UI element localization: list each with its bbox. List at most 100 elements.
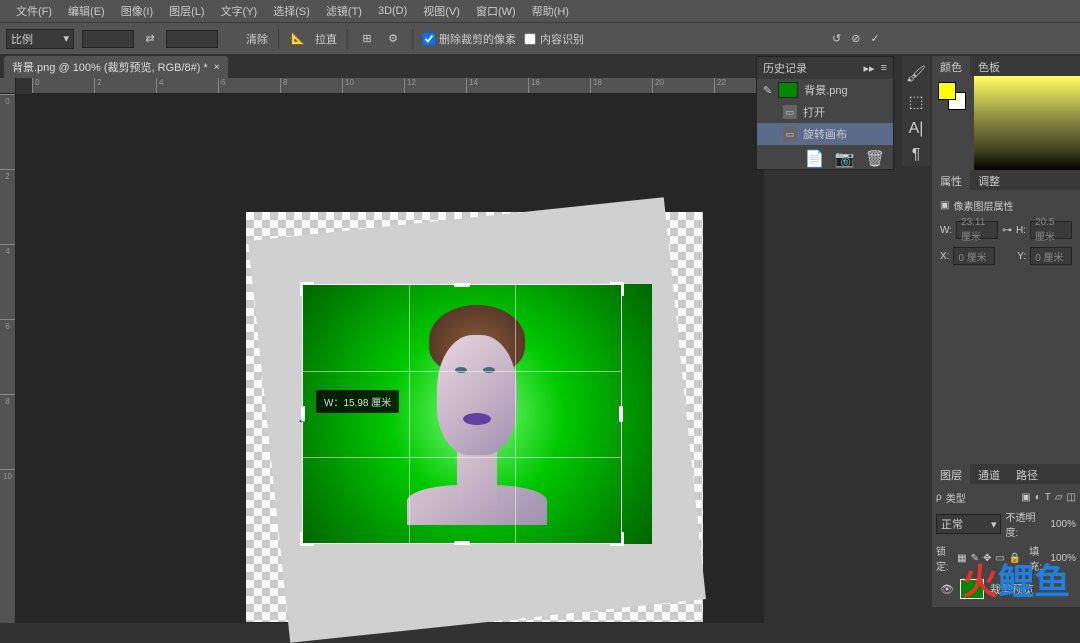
ruler-horizontal[interactable]: 0246810121416182022 (32, 78, 780, 94)
history-tab[interactable]: 历史记录 (763, 60, 807, 76)
chevron-down-icon: ▾ (63, 32, 69, 45)
crop-handle-top[interactable] (454, 283, 470, 287)
menu-filter[interactable]: 滤镜(T) (318, 0, 370, 23)
opacity-label: 不透明度: (1005, 509, 1046, 539)
menu-view[interactable]: 视图(V) (415, 0, 468, 23)
paths-tab[interactable]: 路径 (1008, 464, 1046, 484)
history-panel: 历史记录 ▸▸ ≡ ✎ 背景.png ▭ 打开 ▭ 旋转画布 📄 📷 🗑 (756, 56, 894, 170)
height-label: H: (1016, 225, 1026, 236)
x-field[interactable]: 0 厘米 (953, 247, 995, 265)
paragraph-panel-icon[interactable]: ¶ (912, 146, 921, 164)
document-tab[interactable]: 背景.png @ 100% (裁剪预览, RGB/8#) * × (4, 56, 228, 78)
layers-panel-tabs: 图层 通道 路径 (932, 464, 1080, 484)
ruler-vertical[interactable]: 0246810 (0, 94, 16, 623)
visibility-eye-icon[interactable]: 👁 (940, 583, 954, 596)
canvas[interactable]: W：15.98 厘米 ↔ (16, 94, 764, 623)
foreground-background-swatch[interactable] (938, 82, 968, 112)
panel-menu-icon[interactable]: ≡ (881, 62, 887, 75)
brush-source-icon: ✎ (763, 84, 772, 97)
link-dimensions-icon[interactable]: ⊶ (1002, 225, 1012, 236)
menu-edit[interactable]: 编辑(E) (60, 0, 113, 23)
filter-type-label: ρ (936, 492, 942, 503)
divider (347, 29, 348, 49)
brush-panel-icon[interactable]: 🖌 (906, 64, 926, 84)
commit-crop-icon[interactable]: ✓ (870, 32, 879, 45)
straighten-icon[interactable]: 📐 (289, 30, 307, 48)
width-field[interactable]: 23.11 厘米 (956, 221, 998, 239)
y-field[interactable]: 0 厘米 (1030, 247, 1072, 265)
aspect-ratio-dropdown[interactable]: 比例▾ (6, 29, 74, 49)
collapse-panel-icon[interactable]: ▸▸ (864, 62, 875, 75)
content-aware-checkbox[interactable]: 内容识别 (524, 31, 584, 47)
crop-handle-bottom[interactable] (454, 541, 470, 545)
filter-type-dropdown[interactable]: 类型 (946, 490, 966, 505)
filter-smart-icon[interactable]: ◫ (1067, 492, 1076, 503)
cancel-crop-icon[interactable]: ⊘ (851, 32, 860, 45)
filter-type-icon[interactable]: T (1045, 492, 1051, 503)
opacity-value[interactable]: 100% (1050, 519, 1076, 530)
open-step-icon: ▭ (783, 105, 797, 119)
resize-cursor-icon: ↔ (297, 412, 309, 426)
swap-dimensions-icon[interactable]: ⇄ (142, 31, 158, 47)
history-source-row[interactable]: ✎ 背景.png (757, 79, 893, 101)
color-picker-area[interactable] (932, 76, 1080, 170)
width-label: W: (940, 225, 952, 236)
crop-handle-right[interactable] (619, 406, 623, 422)
properties-tab[interactable]: 属性 (932, 170, 970, 190)
options-bar: 比例▾ ⇄ 清除 📐 拉直 ⊞ ⚙ 删除裁剪的像素 内容识别 ↺ ⊘ ✓ (0, 22, 1080, 54)
measurement-tooltip: W：15.98 厘米 (316, 390, 399, 413)
delete-cropped-checkbox[interactable]: 删除裁剪的像素 (423, 31, 516, 47)
channels-tab[interactable]: 通道 (970, 464, 1008, 484)
crop-settings-icon[interactable]: ⚙ (384, 30, 402, 48)
right-panel-group: 颜色 色板 属性 调整 ▣ 像素图层属性 W: 23.11 厘米 ⊶ H: 20… (932, 56, 1080, 607)
menu-select[interactable]: 选择(S) (265, 0, 318, 23)
history-step[interactable]: ▭ 打开 (757, 101, 893, 123)
delete-state-icon[interactable]: 🗑 (865, 149, 885, 165)
watermark-text: 火鲤鱼 (962, 553, 1070, 605)
filter-adjust-icon[interactable]: ◐ (1035, 492, 1041, 503)
properties-panel-tabs: 属性 调整 (932, 170, 1080, 190)
color-tab[interactable]: 颜色 (932, 56, 970, 76)
crop-handle-br[interactable] (610, 532, 624, 546)
divider (278, 29, 279, 49)
close-tab-icon[interactable]: × (214, 62, 220, 73)
color-gradient-strip[interactable] (974, 76, 1080, 170)
swatches-tab[interactable]: 色板 (970, 56, 1008, 76)
layers-tab[interactable]: 图层 (932, 464, 970, 484)
foreground-color[interactable] (938, 82, 956, 100)
overlay-grid-icon[interactable]: ⊞ (358, 30, 376, 48)
reset-crop-icon[interactable]: ↺ (832, 32, 841, 45)
crop-marquee[interactable] (302, 284, 622, 544)
menu-window[interactable]: 窗口(W) (468, 0, 524, 23)
pixel-layer-icon: ▣ (940, 200, 949, 211)
filter-image-icon[interactable]: ▣ (1021, 492, 1030, 503)
crop-handle-bl[interactable] (300, 532, 314, 546)
character-panel-icon[interactable]: A| (909, 120, 924, 138)
filter-shape-icon[interactable]: ▱ (1055, 492, 1063, 503)
color-panel-tabs: 颜色 色板 (932, 56, 1080, 76)
adjustments-tab[interactable]: 调整 (970, 170, 1008, 190)
menu-type[interactable]: 文字(Y) (213, 0, 266, 23)
x-label: X: (940, 251, 949, 262)
menu-file[interactable]: 文件(F) (8, 0, 60, 23)
snapshot-icon[interactable]: 📷 (835, 149, 855, 165)
menu-3d[interactable]: 3D(D) (370, 1, 415, 21)
dock-strip: 🖌 ⬚ A| ¶ (902, 56, 930, 166)
history-step[interactable]: ▭ 旋转画布 (757, 123, 893, 145)
crop-height-field[interactable] (166, 30, 218, 48)
crop-handle-tl[interactable] (300, 282, 314, 296)
lock-label: 锁定: (936, 543, 953, 573)
create-document-icon[interactable]: 📄 (805, 149, 825, 165)
clear-button[interactable]: 清除 (246, 31, 268, 47)
properties-title: 像素图层属性 (953, 198, 1013, 213)
blend-mode-dropdown[interactable]: 正常▾ (936, 514, 1001, 534)
straighten-label: 拉直 (315, 31, 337, 47)
menu-help[interactable]: 帮助(H) (524, 0, 577, 23)
clone-panel-icon[interactable]: ⬚ (908, 92, 923, 112)
menubar: 文件(F) 编辑(E) 图像(I) 图层(L) 文字(Y) 选择(S) 滤镜(T… (0, 0, 1080, 22)
height-field[interactable]: 20.5 厘米 (1030, 221, 1072, 239)
menu-image[interactable]: 图像(I) (113, 0, 161, 23)
crop-handle-tr[interactable] (610, 282, 624, 296)
crop-width-field[interactable] (82, 30, 134, 48)
menu-layer[interactable]: 图层(L) (161, 0, 212, 23)
